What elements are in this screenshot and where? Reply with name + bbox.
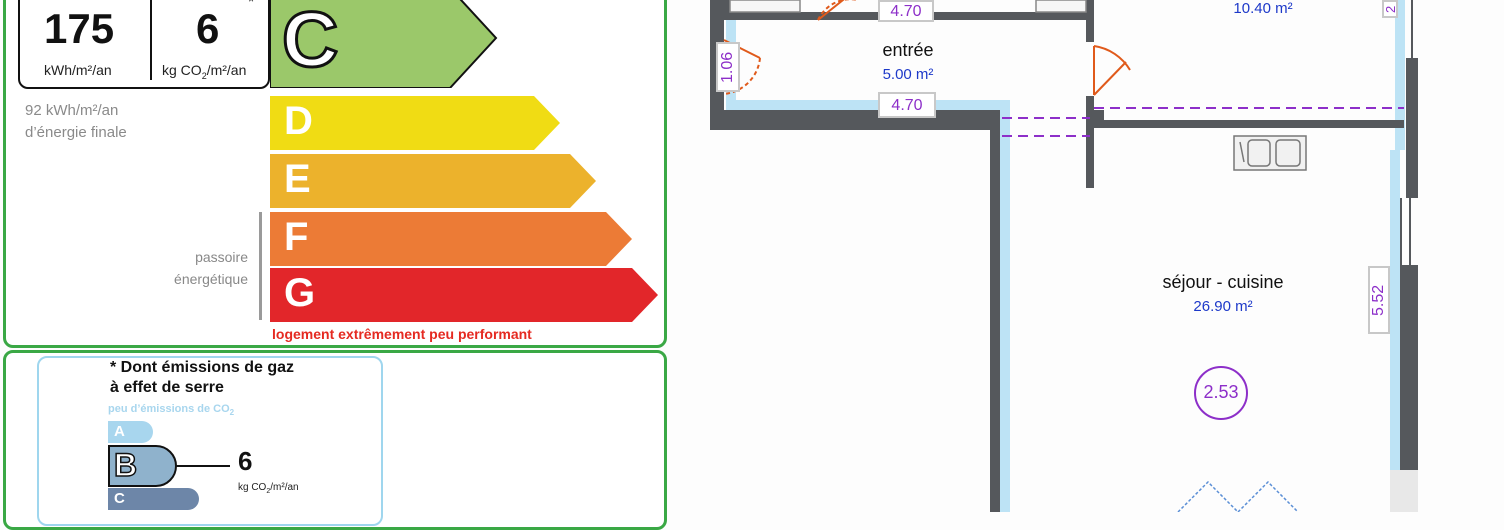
ghg-low-emissions-label: peu d’émissions de CO2 — [108, 403, 235, 418]
dim-top-width: 4.70 — [878, 0, 934, 22]
final-energy-text: 92 kWh/m²/an d’énergie finale — [25, 100, 127, 144]
energy-consumption-unit: kWh/m²/an — [44, 62, 112, 78]
ghg-bar-a: A — [108, 421, 154, 448]
dim-top-right-fragment: 2 — [1382, 0, 1398, 18]
rating-letter-d: D — [284, 99, 313, 143]
room-entree-name: entrée — [882, 40, 934, 60]
rating-bar-d: D — [270, 96, 562, 150]
ghg-box-unit: kg CO2/m²/an — [238, 482, 299, 495]
rating-bar-f: F — [270, 212, 634, 266]
ghg-box-value: 6 — [238, 446, 253, 476]
rating-bar-c-current: C — [270, 0, 498, 88]
dim-entree-height: 1.06 — [716, 42, 740, 92]
ghg-letter-c: C — [114, 490, 125, 507]
final-energy-label: d’énergie finale — [25, 123, 127, 141]
ghg-bar-b-current: B — [108, 445, 178, 492]
ghg-letter-a: A — [114, 423, 125, 440]
rating-letter-g: G — [284, 271, 316, 315]
room-sejour-area: 26.90 m² — [1193, 298, 1253, 315]
floor-plan: 4.70 4.70 1.06 5.52 2 2.53 10.40 m² entr… — [668, 0, 1504, 512]
rating-bar-g: G — [270, 268, 660, 322]
passoire-label: passoire énergétique — [140, 247, 248, 290]
dim-sejour-height: 5.52 — [1368, 266, 1390, 334]
room-sejour-name: séjour - cuisine — [1162, 272, 1284, 292]
current-class-letter: C — [280, 0, 339, 85]
ghg-asterisk: * — [248, 0, 255, 11]
floor-plan-drawing — [710, 0, 1418, 512]
ghg-emission-unit: kg CO2/m²/an — [162, 62, 247, 81]
room-top-right-area: 10.40 m² — [1233, 0, 1293, 17]
values-divider — [150, 0, 152, 80]
ghg-title-line-2: à effet de serre — [110, 379, 224, 396]
performance-note: logement extrêmement peu performant — [272, 326, 532, 342]
dim-entree-width: 4.70 — [878, 92, 936, 118]
ceiling-height-value: 2.53 — [1203, 382, 1239, 402]
rating-letter-f: F — [284, 215, 309, 259]
passoire-line-2: énergétique — [174, 270, 248, 287]
passoire-line-1: passoire — [195, 249, 248, 265]
rating-letter-e: E — [284, 157, 311, 201]
ghg-title: * Dont émissions de gaz à effet de serre — [110, 358, 360, 398]
ghg-letter-b: B — [113, 446, 138, 484]
energy-consumption-value: 175 — [44, 5, 115, 52]
ghg-emission-value: 6 — [196, 5, 220, 52]
passoire-bracket — [259, 212, 262, 320]
room-entree-area: 5.00 m² — [882, 66, 934, 83]
ghg-bar-c: C — [108, 488, 200, 515]
ghg-pointer-line — [176, 465, 230, 467]
final-energy-value: 92 kWh/m²/an — [25, 102, 119, 119]
ghg-title-line-1: * Dont émissions de gaz — [110, 359, 295, 376]
rating-bar-e: E — [270, 154, 598, 208]
